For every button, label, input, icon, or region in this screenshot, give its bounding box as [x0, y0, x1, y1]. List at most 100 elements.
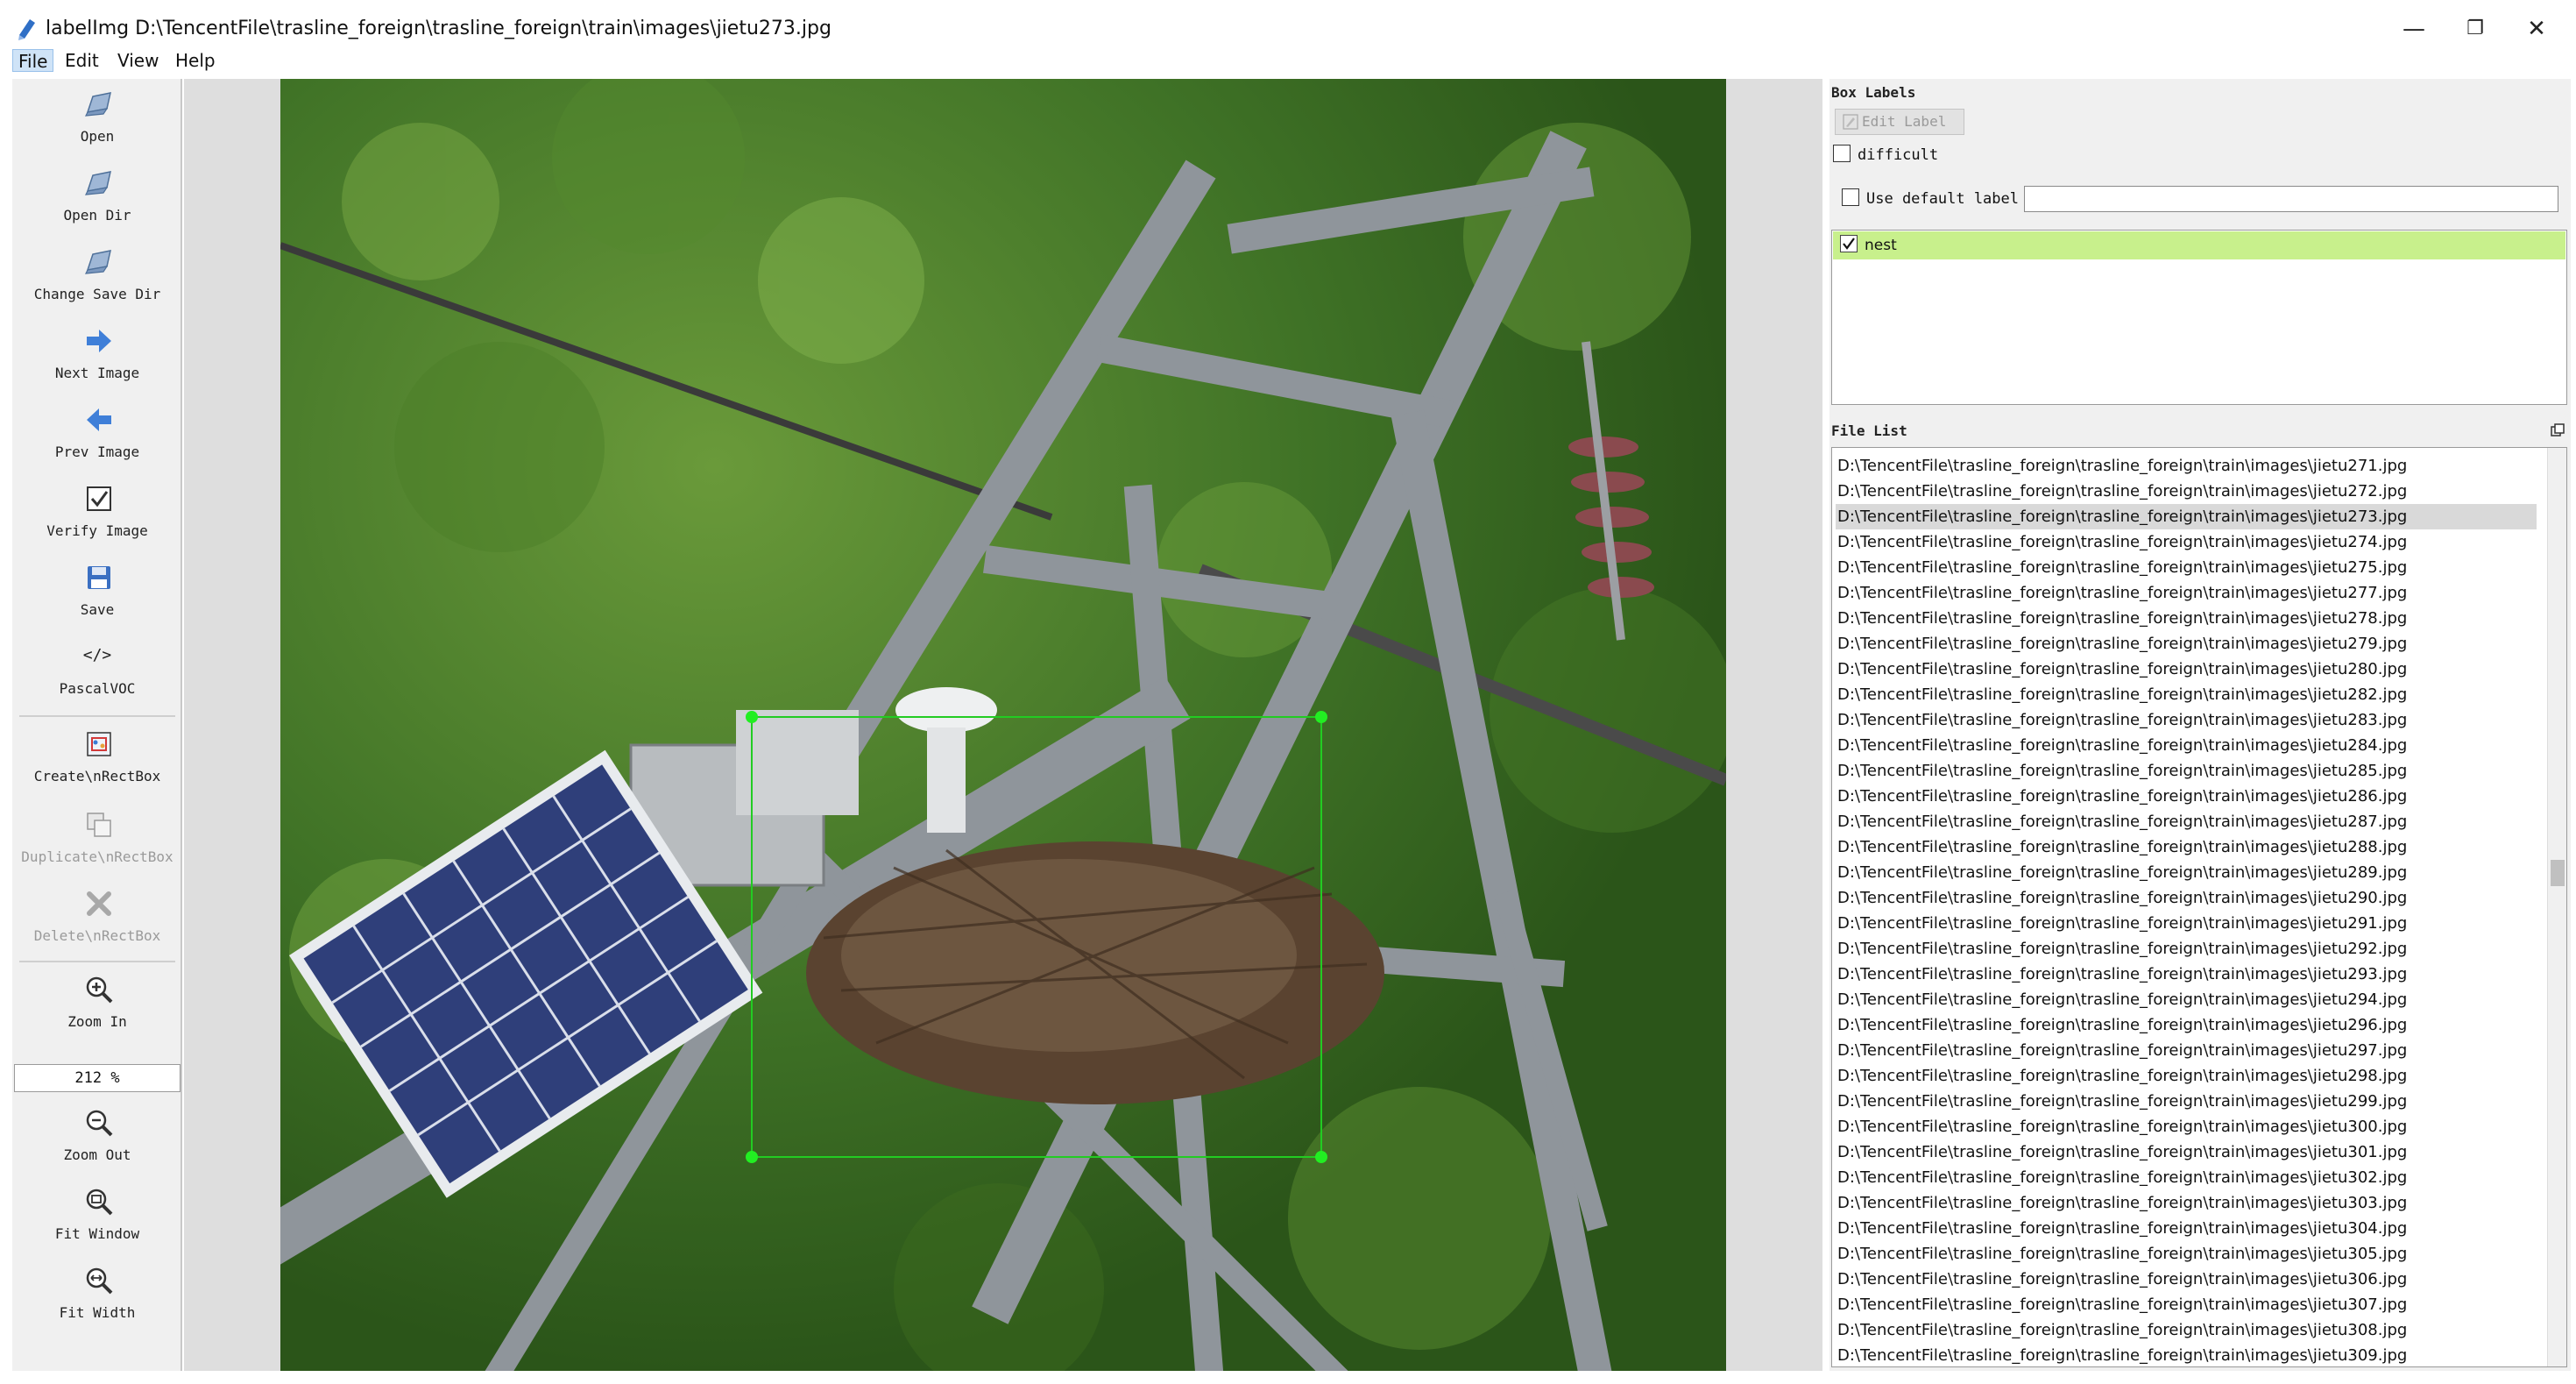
file-list-item[interactable]: D:\TencentFile\trasline_foreign\trasline… [1836, 504, 2537, 529]
zoom-percent-spinbox[interactable]: 212 % [14, 1064, 180, 1092]
format-pascalvoc-button[interactable]: </> PascalVOC [12, 635, 182, 712]
open-dir-label: Open Dir [63, 207, 131, 224]
floppy-disk-icon [88, 566, 110, 589]
file-list-item[interactable]: D:\TencentFile\trasline_foreign\trasline… [1836, 733, 2537, 758]
prev-image-button[interactable]: Prev Image [12, 398, 182, 475]
right-dock: Box Labels Edit Label difficult Use defa… [1829, 79, 2571, 1371]
file-list-item[interactable]: D:\TencentFile\trasline_foreign\trasline… [1836, 1063, 2537, 1089]
image-canvas[interactable] [184, 79, 1822, 1371]
use-default-label-checkbox[interactable] [1842, 188, 1859, 206]
toolbar-divider [19, 961, 175, 962]
open-dir-button[interactable]: Open Dir [12, 161, 182, 238]
zoom-out-button[interactable]: Zoom Out [12, 1101, 182, 1178]
label-checkbox-checked[interactable] [1840, 235, 1858, 252]
file-list-item[interactable]: D:\TencentFile\trasline_foreign\trasline… [1836, 580, 2537, 606]
file-list-item[interactable]: D:\TencentFile\trasline_foreign\trasline… [1836, 682, 2537, 707]
minimize-button[interactable]: — [2392, 11, 2436, 47]
file-list-item[interactable]: D:\TencentFile\trasline_foreign\trasline… [1836, 1216, 2537, 1241]
create-rectbox-button[interactable]: Create\nRectBox [12, 722, 182, 799]
file-list-item[interactable]: D:\TencentFile\trasline_foreign\trasline… [1836, 784, 2537, 809]
file-list-item[interactable]: D:\TencentFile\trasline_foreign\trasline… [1836, 529, 2537, 555]
verify-image-label: Verify Image [46, 522, 148, 539]
undock-icon[interactable] [2550, 422, 2565, 438]
file-list-item[interactable]: D:\TencentFile\trasline_foreign\trasline… [1836, 936, 2537, 962]
file-list-item[interactable]: D:\TencentFile\trasline_foreign\trasline… [1836, 860, 2537, 885]
maximize-button[interactable]: ❐ [2453, 11, 2497, 47]
file-list-item[interactable]: D:\TencentFile\trasline_foreign\trasline… [1836, 1190, 2537, 1216]
file-list-item[interactable]: D:\TencentFile\trasline_foreign\trasline… [1836, 1343, 2537, 1366]
label-item-nest[interactable]: nest [1833, 231, 2565, 259]
difficult-checkbox-row[interactable]: difficult [1833, 144, 1938, 167]
edit-label-button[interactable]: Edit Label [1835, 109, 1964, 135]
file-list-item[interactable]: D:\TencentFile\trasline_foreign\trasline… [1836, 885, 2537, 911]
verify-image-button[interactable]: Verify Image [12, 477, 182, 554]
file-list-item[interactable]: D:\TencentFile\trasline_foreign\trasline… [1836, 1241, 2537, 1267]
create-rectbox-icon [87, 732, 111, 756]
use-default-label-row[interactable]: Use default label [1842, 188, 2019, 210]
file-list-item[interactable]: D:\TencentFile\trasline_foreign\trasline… [1836, 707, 2537, 733]
use-default-label-text: Use default label [1866, 190, 2019, 208]
next-image-button[interactable]: Next Image [12, 319, 182, 396]
folder-open-icon [84, 171, 111, 195]
file-list[interactable]: D:\TencentFile\trasline_foreign\trasline… [1831, 447, 2567, 1367]
file-list-item[interactable]: D:\TencentFile\trasline_foreign\trasline… [1836, 555, 2537, 580]
default-label-input[interactable] [2024, 186, 2558, 212]
fit-window-button[interactable]: Fit Window [12, 1180, 182, 1257]
file-list-item[interactable]: D:\TencentFile\trasline_foreign\trasline… [1836, 962, 2537, 987]
label-list[interactable]: nest [1831, 230, 2567, 405]
check-icon [1843, 238, 1855, 250]
fit-width-label: Fit Width [59, 1304, 136, 1321]
tower-photo[interactable] [280, 79, 1726, 1371]
scrollbar-thumb[interactable] [2551, 860, 2565, 886]
fit-width-button[interactable]: Fit Width [12, 1259, 182, 1336]
bbox-handle [746, 1151, 758, 1163]
file-list-item[interactable]: D:\TencentFile\trasline_foreign\trasline… [1836, 631, 2537, 657]
edit-pencil-icon [1843, 114, 1858, 130]
save-button[interactable]: Save [12, 556, 182, 633]
window-title: labelImg D:\TencentFile\trasline_foreign… [46, 18, 832, 39]
file-list-item[interactable]: D:\TencentFile\trasline_foreign\trasline… [1836, 987, 2537, 1012]
file-list-item[interactable]: D:\TencentFile\trasline_foreign\trasline… [1836, 1012, 2537, 1038]
file-list-item[interactable]: D:\TencentFile\trasline_foreign\trasline… [1836, 758, 2537, 784]
change-save-dir-button[interactable]: Change Save Dir [12, 240, 182, 317]
zoom-in-button[interactable]: Zoom In [12, 968, 182, 1045]
file-list-item[interactable]: D:\TencentFile\trasline_foreign\trasline… [1836, 1267, 2537, 1292]
file-list-item[interactable]: D:\TencentFile\trasline_foreign\trasline… [1836, 834, 2537, 860]
file-list-item[interactable]: D:\TencentFile\trasline_foreign\trasline… [1836, 1292, 2537, 1317]
next-image-label: Next Image [54, 365, 140, 381]
file-list-item[interactable]: D:\TencentFile\trasline_foreign\trasline… [1836, 606, 2537, 631]
file-list-item[interactable]: D:\TencentFile\trasline_foreign\trasline… [1836, 1114, 2537, 1139]
file-list-item[interactable]: D:\TencentFile\trasline_foreign\trasline… [1836, 453, 2537, 479]
duplicate-rectbox-button[interactable]: Duplicate\nRectBox [12, 803, 182, 880]
label-name: nest [1865, 237, 1897, 254]
fit-window-label: Fit Window [54, 1225, 140, 1242]
checkbox-check-icon [87, 486, 111, 511]
difficult-label: difficult [1858, 146, 1939, 164]
file-list-item[interactable]: D:\TencentFile\trasline_foreign\trasline… [1836, 1089, 2537, 1114]
difficult-checkbox[interactable] [1833, 145, 1851, 162]
bbox-handle [746, 711, 758, 723]
toolbar-divider [19, 715, 175, 717]
folder-open-icon [84, 92, 111, 117]
tower-nest-photo [280, 79, 1726, 1371]
prev-image-label: Prev Image [54, 444, 140, 460]
menu-edit[interactable]: Edit [60, 49, 104, 72]
file-list-item[interactable]: D:\TencentFile\trasline_foreign\trasline… [1836, 911, 2537, 936]
file-list-item[interactable]: D:\TencentFile\trasline_foreign\trasline… [1836, 1165, 2537, 1190]
file-list-item[interactable]: D:\TencentFile\trasline_foreign\trasline… [1836, 1139, 2537, 1165]
menu-file[interactable]: File [12, 49, 54, 72]
close-button[interactable]: ✕ [2515, 11, 2558, 47]
zoom-out-icon [86, 1110, 113, 1137]
open-button[interactable]: Open [12, 82, 182, 160]
delete-rectbox-button[interactable]: Delete\nRectBox [12, 882, 182, 959]
file-list-scrollbar[interactable] [2547, 448, 2566, 1366]
file-list-item[interactable]: D:\TencentFile\trasline_foreign\trasline… [1836, 809, 2537, 834]
file-list-item[interactable]: D:\TencentFile\trasline_foreign\trasline… [1836, 1038, 2537, 1063]
menu-help[interactable]: Help [170, 49, 221, 72]
save-label: Save [80, 601, 115, 618]
delete-x-icon [87, 891, 111, 916]
file-list-item[interactable]: D:\TencentFile\trasline_foreign\trasline… [1836, 1317, 2537, 1343]
file-list-item[interactable]: D:\TencentFile\trasline_foreign\trasline… [1836, 657, 2537, 682]
menu-view[interactable]: View [112, 49, 164, 72]
file-list-item[interactable]: D:\TencentFile\trasline_foreign\trasline… [1836, 479, 2537, 504]
